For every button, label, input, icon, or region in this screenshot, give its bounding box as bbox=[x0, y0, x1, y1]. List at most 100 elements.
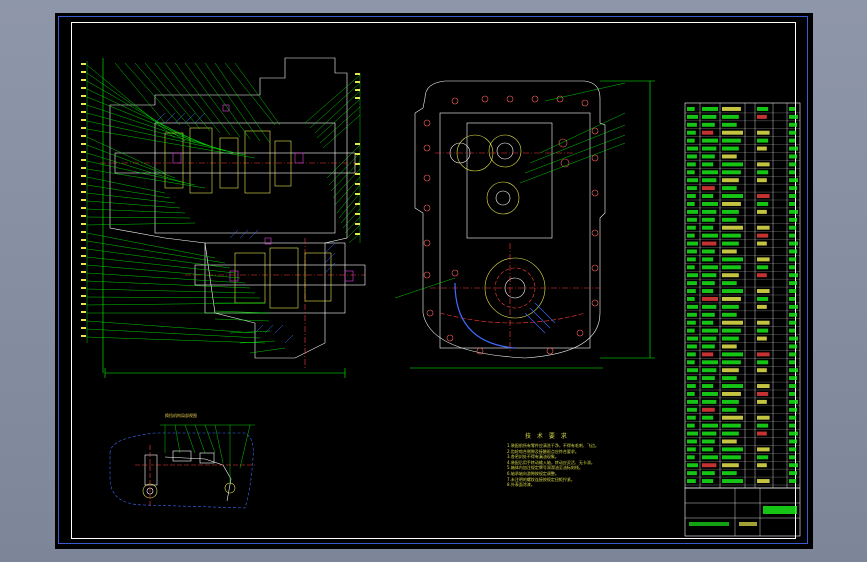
bom-cell bbox=[687, 106, 695, 111]
bom-cell bbox=[702, 431, 717, 436]
bom-cell bbox=[687, 233, 695, 238]
bom-cell bbox=[722, 463, 739, 468]
cad-viewport[interactable]: 技 术 要 求 1.装配前所有零件应清洗干净，不得有毛刺、飞边。 2.齿轮啮合侧… bbox=[0, 0, 867, 562]
bom-cell bbox=[702, 257, 714, 262]
bom-cell bbox=[702, 249, 715, 254]
bom-cell bbox=[722, 312, 737, 317]
bom-cell bbox=[702, 162, 714, 167]
bom-cell bbox=[722, 336, 739, 341]
bom-cell bbox=[722, 162, 743, 167]
bom-cell bbox=[789, 431, 798, 436]
bom-cell bbox=[687, 265, 695, 270]
bom-cell bbox=[757, 233, 769, 238]
bom-cell bbox=[789, 344, 798, 349]
bom-cell bbox=[789, 233, 796, 238]
bom-cell bbox=[687, 146, 698, 151]
bom-cell bbox=[702, 194, 714, 199]
bom-cell bbox=[702, 407, 715, 412]
bom-cell bbox=[687, 391, 695, 396]
bom-cell bbox=[722, 376, 737, 381]
bom-cell bbox=[687, 463, 698, 468]
bom-cell bbox=[757, 447, 770, 452]
drawing-sheet[interactable]: 技 术 要 求 1.装配前所有零件应清洗干净，不得有毛刺、飞边。 2.齿轮啮合侧… bbox=[55, 13, 813, 549]
bom-cell bbox=[702, 447, 714, 452]
bom-cell bbox=[757, 162, 770, 167]
bom-cell bbox=[789, 130, 797, 135]
bom-cell bbox=[789, 463, 798, 468]
bom-cell bbox=[687, 114, 698, 119]
bom-cell bbox=[702, 130, 714, 135]
bom-cell bbox=[687, 471, 697, 476]
bom-cell bbox=[722, 186, 737, 191]
bom-cell bbox=[722, 415, 743, 420]
bom-cell bbox=[757, 423, 769, 428]
bom-cell bbox=[722, 233, 741, 238]
bom-cell bbox=[687, 162, 696, 167]
bom-cell bbox=[722, 122, 737, 127]
housing-end-view-icon bbox=[410, 80, 655, 369]
bom-cell bbox=[687, 312, 697, 317]
left-balloon-labels bbox=[81, 63, 360, 337]
bom-cell bbox=[757, 391, 769, 396]
bom-cell bbox=[722, 154, 737, 159]
bom-cell bbox=[702, 209, 717, 214]
bom-cell bbox=[687, 344, 697, 349]
bom-cell bbox=[722, 471, 737, 476]
bom-cell bbox=[722, 368, 739, 373]
bom-cell bbox=[702, 344, 715, 349]
bom-cell bbox=[687, 455, 695, 460]
bom-cell bbox=[757, 178, 767, 183]
bom-cell bbox=[789, 273, 798, 278]
bom-cell bbox=[687, 447, 696, 452]
bom-cell bbox=[702, 265, 718, 270]
bom-cell bbox=[789, 201, 796, 206]
bom-cell bbox=[687, 336, 698, 341]
bom-cell bbox=[789, 178, 798, 183]
bom-cell bbox=[702, 225, 714, 230]
bom-cell bbox=[789, 217, 798, 222]
bom-cell bbox=[757, 455, 769, 460]
bom-cell bbox=[722, 273, 739, 278]
bom-cell bbox=[687, 415, 696, 420]
bom-cell bbox=[757, 170, 769, 175]
bom-cell bbox=[789, 407, 798, 412]
bom-cell bbox=[789, 257, 797, 262]
bom-cell bbox=[789, 376, 798, 381]
bom-cell bbox=[702, 399, 717, 404]
bom-cell bbox=[687, 439, 697, 444]
bom-cell bbox=[702, 352, 714, 357]
bom-cell bbox=[722, 455, 741, 460]
bom-cell bbox=[687, 399, 698, 404]
bom-cell bbox=[722, 431, 739, 436]
bom-cell bbox=[687, 281, 697, 286]
bom-cell bbox=[789, 455, 796, 460]
bom-cell bbox=[722, 447, 743, 452]
bom-cell bbox=[687, 201, 695, 206]
bom-cell bbox=[722, 114, 739, 119]
bom-cell bbox=[757, 328, 769, 333]
bom-cell bbox=[789, 162, 797, 167]
bom-cell bbox=[687, 384, 696, 389]
bom-cell bbox=[757, 106, 769, 111]
bom-cell bbox=[757, 304, 767, 309]
bom-cell bbox=[722, 194, 743, 199]
bom-cell bbox=[789, 138, 796, 143]
bom-cell bbox=[687, 257, 696, 262]
bom-cell bbox=[789, 289, 797, 294]
bom-cell bbox=[722, 241, 739, 246]
bom-cell bbox=[757, 289, 770, 294]
bom-cell bbox=[722, 170, 741, 175]
bom-cell bbox=[722, 304, 739, 309]
bom-cell bbox=[789, 368, 798, 373]
bom-cell bbox=[722, 296, 741, 301]
bom-cell bbox=[702, 336, 717, 341]
bom-cell bbox=[702, 217, 715, 222]
bom-cell bbox=[722, 352, 743, 357]
bom-cell bbox=[757, 146, 767, 151]
shift-mechanism-icon bbox=[109, 424, 255, 509]
bom-cell bbox=[722, 257, 743, 262]
bom-cell bbox=[757, 257, 770, 262]
bom-cell bbox=[722, 201, 741, 206]
bom-cell bbox=[757, 360, 769, 365]
bom-cell bbox=[702, 296, 718, 301]
